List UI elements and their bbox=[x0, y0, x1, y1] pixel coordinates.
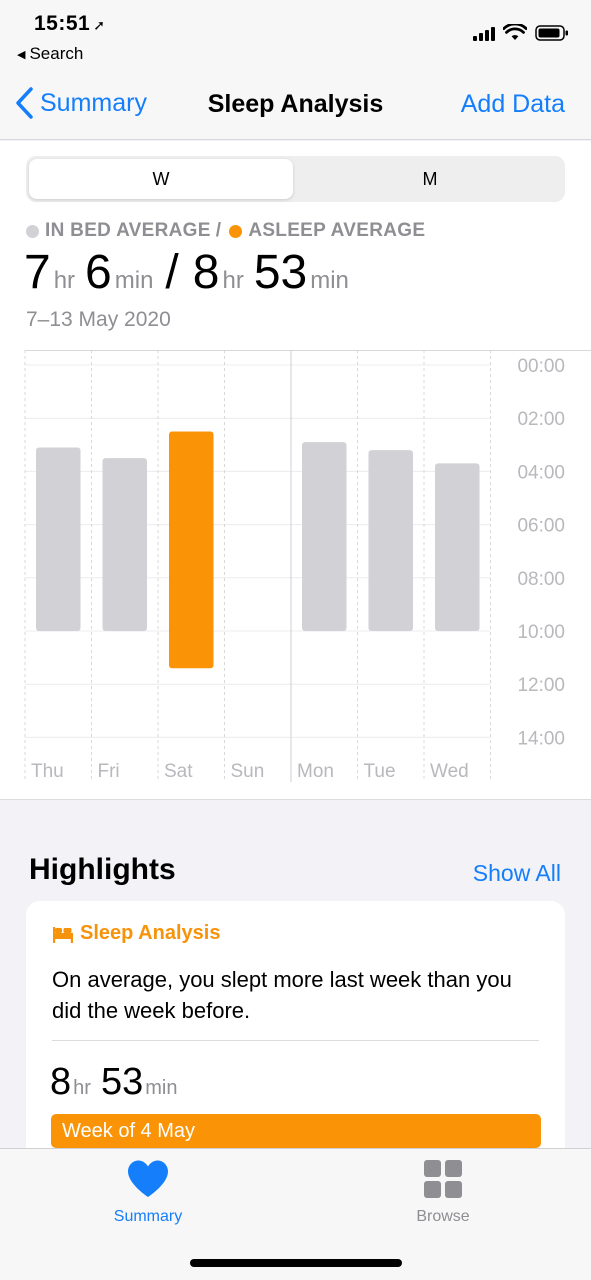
card-description: On average, you slept more last week tha… bbox=[52, 967, 512, 1023]
asleep-hours: 8 bbox=[192, 246, 220, 299]
x-tick-label: Mon bbox=[297, 761, 334, 782]
x-tick-label: Sat bbox=[164, 761, 193, 782]
back-triangle-icon: ◀ bbox=[17, 49, 26, 61]
navigation-bar: Summary Sleep Analysis Add Data bbox=[0, 72, 591, 140]
in-bed-legend-label: IN BED AVERAGE bbox=[45, 220, 211, 241]
segment-month[interactable]: M bbox=[298, 159, 562, 199]
card-hr-unit: hr bbox=[73, 1077, 91, 1099]
sleep-bar bbox=[368, 450, 413, 631]
tab-summary[interactable]: Summary bbox=[78, 1159, 218, 1226]
y-tick-label: 08:00 bbox=[517, 569, 565, 590]
add-data-button[interactable]: Add Data bbox=[461, 90, 565, 119]
card-stat: 8 hr 53 min bbox=[50, 1061, 187, 1104]
date-range: 7–13 May 2020 bbox=[26, 308, 171, 331]
segment-week[interactable]: W bbox=[29, 159, 293, 199]
period-segmented-control: W M bbox=[26, 156, 565, 202]
card-hours: 8 bbox=[50, 1061, 72, 1103]
y-tick-label: 04:00 bbox=[517, 462, 565, 483]
min-unit: min bbox=[310, 267, 349, 294]
y-tick-label: 14:00 bbox=[517, 728, 565, 749]
sleep-chart-section: W M IN BED AVERAGE / ASLEEP AVERAGE 7 hr… bbox=[0, 141, 591, 800]
summary-slash: / bbox=[165, 246, 179, 299]
status-bar: 15:51 ➚ ◀ Search bbox=[0, 0, 591, 72]
battery-icon bbox=[535, 24, 568, 41]
x-tick-label: Wed bbox=[430, 761, 469, 782]
card-min-unit: min bbox=[145, 1077, 178, 1099]
home-indicator bbox=[190, 1259, 402, 1267]
tab-summary-label: Summary bbox=[113, 1208, 183, 1225]
status-icons bbox=[473, 24, 569, 41]
average-summary: 7 hr 6 min / 8 hr 53 min bbox=[24, 245, 359, 300]
y-tick-label: 06:00 bbox=[517, 516, 565, 537]
tab-browse-label: Browse bbox=[416, 1208, 470, 1225]
x-tick-label: Sun bbox=[231, 761, 265, 782]
y-tick-label: 02:00 bbox=[517, 409, 565, 430]
y-tick-label: 10:00 bbox=[517, 622, 565, 643]
cellular-signal-icon bbox=[473, 25, 495, 41]
sleep-bar bbox=[169, 431, 214, 669]
tab-browse[interactable]: Browse bbox=[373, 1159, 513, 1226]
week-bar: Week of 4 May bbox=[51, 1114, 541, 1148]
y-tick-label: 00:00 bbox=[517, 356, 565, 377]
show-all-button[interactable]: Show All bbox=[473, 860, 561, 887]
card-category: Sleep Analysis bbox=[80, 922, 221, 944]
legend-separator: / bbox=[215, 220, 222, 241]
card-header: Sleep Analysis bbox=[52, 922, 220, 945]
sleep-bar bbox=[302, 442, 347, 631]
grid-icon bbox=[424, 1160, 462, 1198]
sleep-bar bbox=[435, 463, 480, 631]
asleep-legend-label: ASLEEP AVERAGE bbox=[248, 220, 426, 241]
bed-icon bbox=[53, 926, 73, 943]
in-bed-hours: 7 bbox=[24, 246, 51, 299]
asleep-minutes: 53 bbox=[253, 246, 308, 299]
asleep-dot bbox=[229, 224, 243, 238]
y-tick-label: 12:00 bbox=[517, 675, 565, 696]
in-bed-dot bbox=[26, 224, 39, 238]
sleep-bar-chart[interactable]: 00:00 02:00 04:00 06:00 08:00 10:00 12:00 14:00… bbox=[0, 350, 591, 795]
x-tick-label: Fri bbox=[98, 761, 120, 782]
sleep-bar bbox=[102, 458, 147, 631]
back-to-app-link[interactable]: ◀ Search bbox=[17, 44, 83, 64]
x-tick-label: Thu bbox=[31, 761, 64, 782]
x-tick-label: Tue bbox=[364, 761, 396, 782]
heart-icon bbox=[128, 1160, 168, 1197]
min-unit: min bbox=[114, 267, 154, 294]
wifi-icon bbox=[503, 24, 527, 40]
highlight-card[interactable]: Sleep Analysis On average, you slept mor… bbox=[26, 901, 565, 1161]
status-time: 15:51 ➚ bbox=[34, 12, 106, 35]
chart-legend: IN BED AVERAGE / ASLEEP AVERAGE bbox=[26, 220, 425, 242]
highlights-title: Highlights bbox=[29, 853, 176, 886]
hr-unit: hr bbox=[53, 267, 76, 294]
card-minutes: 53 bbox=[100, 1061, 144, 1103]
card-divider bbox=[52, 1040, 539, 1041]
back-app-label: Search bbox=[29, 44, 84, 63]
in-bed-minutes: 6 bbox=[85, 246, 112, 299]
location-arrow-icon: ➚ bbox=[93, 17, 106, 33]
hr-unit: hr bbox=[222, 267, 244, 294]
sleep-bar bbox=[36, 447, 81, 631]
